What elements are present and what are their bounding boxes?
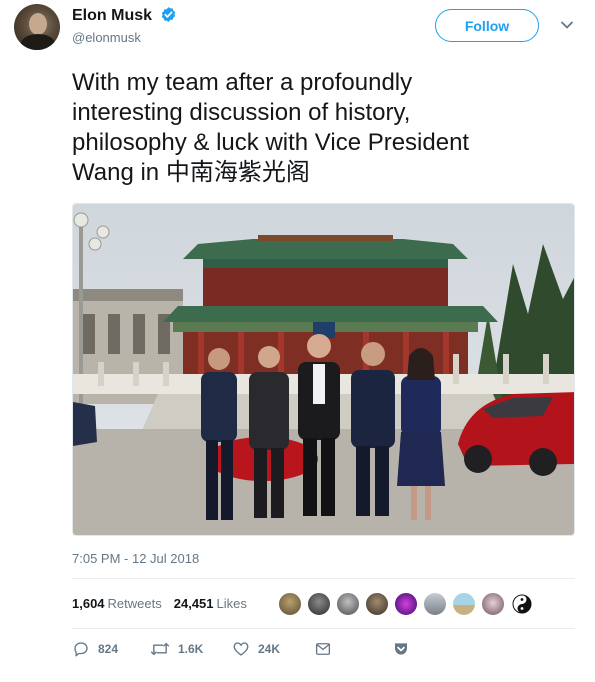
author-display-name[interactable]: Elon Musk <box>72 5 152 27</box>
liker-avatar[interactable] <box>365 592 389 616</box>
author-handle[interactable]: @elonmusk <box>72 29 177 47</box>
likes-stat[interactable]: 24,451 Likes <box>174 596 247 611</box>
tweet-actions: 824 1.6K 24K <box>72 640 410 658</box>
tweet-text: With my team after a profoundly interest… <box>72 69 470 186</box>
avatar-body <box>21 34 55 50</box>
avatar-face <box>29 13 47 35</box>
retweet-button[interactable]: 1.6K <box>150 640 232 658</box>
liker-avatar[interactable] <box>452 592 476 616</box>
liker-avatar[interactable] <box>481 592 505 616</box>
reply-icon <box>74 642 88 657</box>
follow-button[interactable]: Follow <box>435 9 539 42</box>
verified-badge-icon <box>162 7 176 22</box>
photo-illustration <box>73 204 574 535</box>
direct-message-button[interactable] <box>314 640 392 658</box>
heart-icon <box>233 642 249 656</box>
liker-avatar[interactable] <box>307 592 331 616</box>
liker-avatar[interactable] <box>336 592 360 616</box>
retweets-count: 1,604 <box>72 596 105 611</box>
retweets-label: Retweets <box>107 596 162 611</box>
reply-count: 824 <box>98 642 119 656</box>
author-name-block[interactable]: Elon Musk @elonmusk <box>72 5 177 47</box>
pocket-icon <box>395 643 407 655</box>
like-button[interactable]: 24K <box>232 640 314 658</box>
liker-avatar[interactable] <box>423 592 447 616</box>
retweets-stat[interactable]: 1,604 Retweets <box>72 596 162 611</box>
tweet-timestamp[interactable]: 7:05 PM - 12 Jul 2018 <box>72 551 199 566</box>
save-tweet-button[interactable] <box>392 640 410 658</box>
retweet-count: 1.6K <box>178 642 204 656</box>
reply-button[interactable]: 824 <box>72 640 150 658</box>
likes-count: 24,451 <box>173 596 214 611</box>
retweet-icon <box>150 642 170 656</box>
author-avatar[interactable] <box>14 4 60 50</box>
liker-avatars <box>278 592 534 616</box>
divider-top <box>72 578 575 579</box>
chevron-down-icon[interactable] <box>559 18 575 32</box>
engagement-stats: 1,604 Retweets 24,451 Likes <box>72 596 247 611</box>
tweet-photo[interactable] <box>72 203 575 536</box>
liker-avatar[interactable] <box>278 592 302 616</box>
liker-avatar[interactable] <box>394 592 418 616</box>
envelope-icon <box>315 643 331 655</box>
divider-bottom <box>72 628 575 629</box>
like-count: 24K <box>258 642 281 656</box>
yin-yang-glyph <box>512 594 532 614</box>
tweet-header: Elon Musk @elonmusk Follow <box>14 4 584 54</box>
yin-yang-icon[interactable] <box>510 592 534 616</box>
likes-label: Likes <box>216 596 247 611</box>
